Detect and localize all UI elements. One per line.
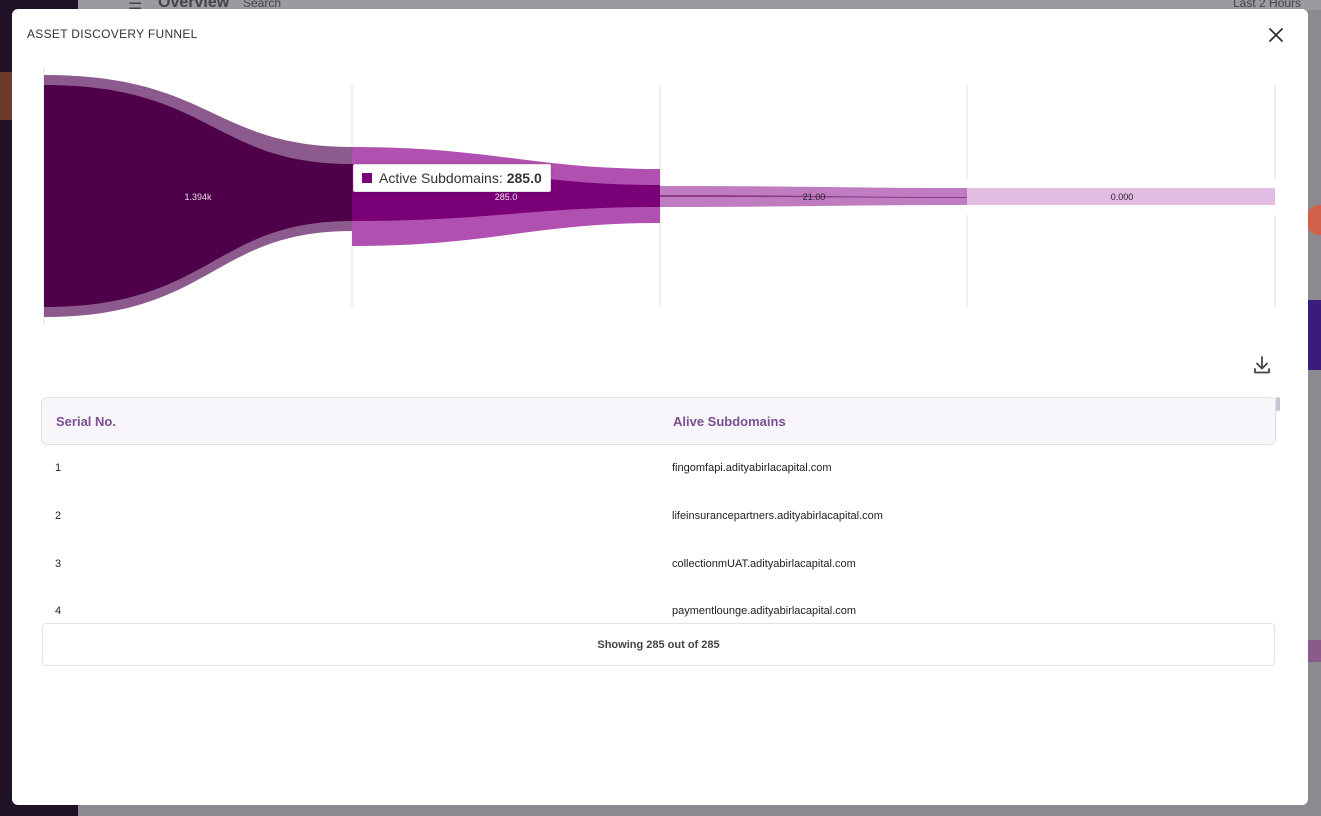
stage-1-label: 1.394k <box>184 192 212 202</box>
column-header-subdomain[interactable]: Alive Subdomains <box>673 414 786 429</box>
tooltip-value: 285.0 <box>506 170 542 186</box>
tooltip-swatch <box>362 173 372 183</box>
background-shape <box>1307 205 1321 235</box>
tooltip-series: Active Subdomains <box>379 170 499 186</box>
subdomain-cell: paymentlounge.adityabirlacapital.com <box>672 605 857 617</box>
serial-cell: 2 <box>55 510 62 522</box>
table-scrollbar[interactable] <box>1276 397 1280 411</box>
tooltip-colon: : <box>498 170 503 186</box>
subdomain-cell: lifeinsurancepartners.adityabirlacapital… <box>672 510 883 522</box>
table-row[interactable]: 2 lifeinsurancepartners.adityabirlacapit… <box>41 493 1276 541</box>
stage-4-label: 0.000 <box>1111 192 1134 202</box>
pagination-summary: Showing 285 out of 285 <box>597 638 720 651</box>
table-row[interactable]: 1 fingomfapi.adityabirlacapital.com <box>41 445 1276 493</box>
subdomain-cell: collectionmUAT.adityabirlacapital.com <box>672 558 856 570</box>
column-header-serial[interactable]: Serial No. <box>56 414 116 429</box>
background-shape <box>1307 640 1321 662</box>
download-icon <box>1254 356 1270 374</box>
table-header: Serial No. Alive Subdomains <box>41 397 1276 445</box>
serial-cell: 4 <box>55 605 62 617</box>
funnel-tooltip: Active Subdomains: 285.0 <box>353 164 551 192</box>
table-row[interactable]: 3 collectionmUAT.adityabirlacapital.com <box>41 541 1276 589</box>
serial-cell: 3 <box>55 558 62 570</box>
background-shape <box>1307 300 1321 370</box>
stage-3-label: 21.00 <box>803 192 826 202</box>
subdomains-table: Serial No. Alive Subdomains 1 fingomfapi… <box>41 397 1276 623</box>
background-sidebar-accent <box>0 72 12 120</box>
asset-discovery-modal: ASSET DISCOVERY FUNNEL 1.394k 285.0 21.0… <box>12 9 1308 805</box>
download-button[interactable] <box>1250 353 1274 377</box>
funnel-chart: 1.394k 285.0 21.00 0.000 Active Subdomai… <box>12 9 1308 349</box>
serial-cell: 1 <box>55 462 62 474</box>
table-footer: Showing 285 out of 285 <box>42 623 1275 666</box>
table-row[interactable]: 4 paymentlounge.adityabirlacapital.com <box>41 588 1276 623</box>
stage-2-label: 285.0 <box>495 192 518 202</box>
subdomain-cell: fingomfapi.adityabirlacapital.com <box>672 462 832 474</box>
